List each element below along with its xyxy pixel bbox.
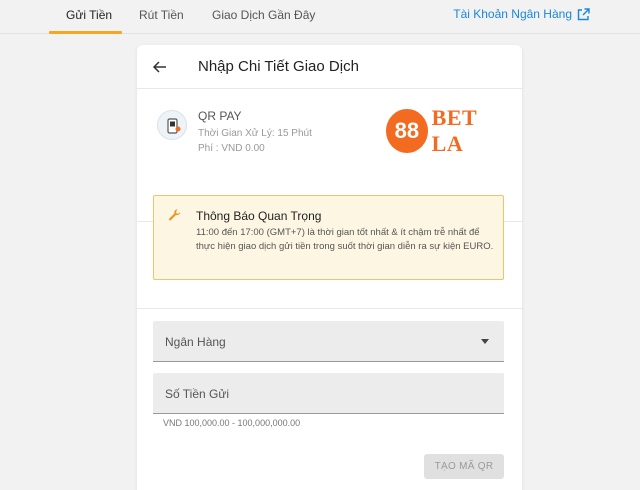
bank-select-label: Ngân Hàng	[165, 335, 226, 349]
generate-qr-button[interactable]: TẠO MÃ QR	[424, 454, 504, 479]
method-fee: Phí : VND 0.00	[198, 143, 265, 154]
tab-deposit[interactable]: Gửi Tiền	[66, 8, 112, 22]
qr-phone-icon	[157, 110, 187, 140]
important-notice: Thông Báo Quan Trọng 11:00 đến 17:00 (GM…	[153, 195, 504, 280]
caret-down-icon	[481, 339, 489, 344]
external-link-icon	[577, 7, 590, 20]
tab-withdraw[interactable]: Rút Tiền	[139, 8, 184, 22]
bank-account-link-label: Tài Khoản Ngân Hàng	[453, 7, 572, 21]
deposit-amount-label: Số Tiền Gửi	[165, 387, 230, 401]
deposit-amount-input[interactable]: Số Tiền Gửi	[153, 373, 504, 414]
method-name: QR PAY	[198, 109, 242, 123]
transaction-card: Nhập Chi Tiết Giao Dịch QR PAY Thời Gian…	[137, 45, 522, 490]
processing-time: Thời Gian Xử Lý: 15 Phút	[198, 128, 312, 139]
amount-range-hint: VND 100,000.00 - 100,000,000.00	[163, 418, 301, 428]
brand-logo: 88 BET LA	[386, 105, 510, 156]
page-title: Nhập Chi Tiết Giao Dịch	[198, 58, 359, 75]
logo-circle: 88	[386, 109, 428, 153]
active-tab-indicator	[49, 31, 122, 34]
notice-title: Thông Báo Quan Trọng	[196, 209, 322, 223]
wrench-icon	[168, 209, 181, 221]
section-divider	[137, 308, 522, 309]
notice-body: 11:00 đến 17:00 (GMT+7) là thời gian tốt…	[196, 227, 494, 252]
logo-text: BET LA	[431, 105, 477, 156]
bank-account-link[interactable]: Tài Khoản Ngân Hàng	[453, 7, 590, 21]
tab-recent-transactions[interactable]: Giao Dịch Gần Đây	[212, 8, 315, 22]
top-tab-bar: Gửi Tiền Rút Tiền Giao Dịch Gần Đây Tài …	[0, 0, 640, 34]
bank-select[interactable]: Ngân Hàng	[153, 321, 504, 362]
card-header: Nhập Chi Tiết Giao Dịch	[137, 45, 522, 89]
arrow-left-icon[interactable]	[152, 59, 168, 75]
